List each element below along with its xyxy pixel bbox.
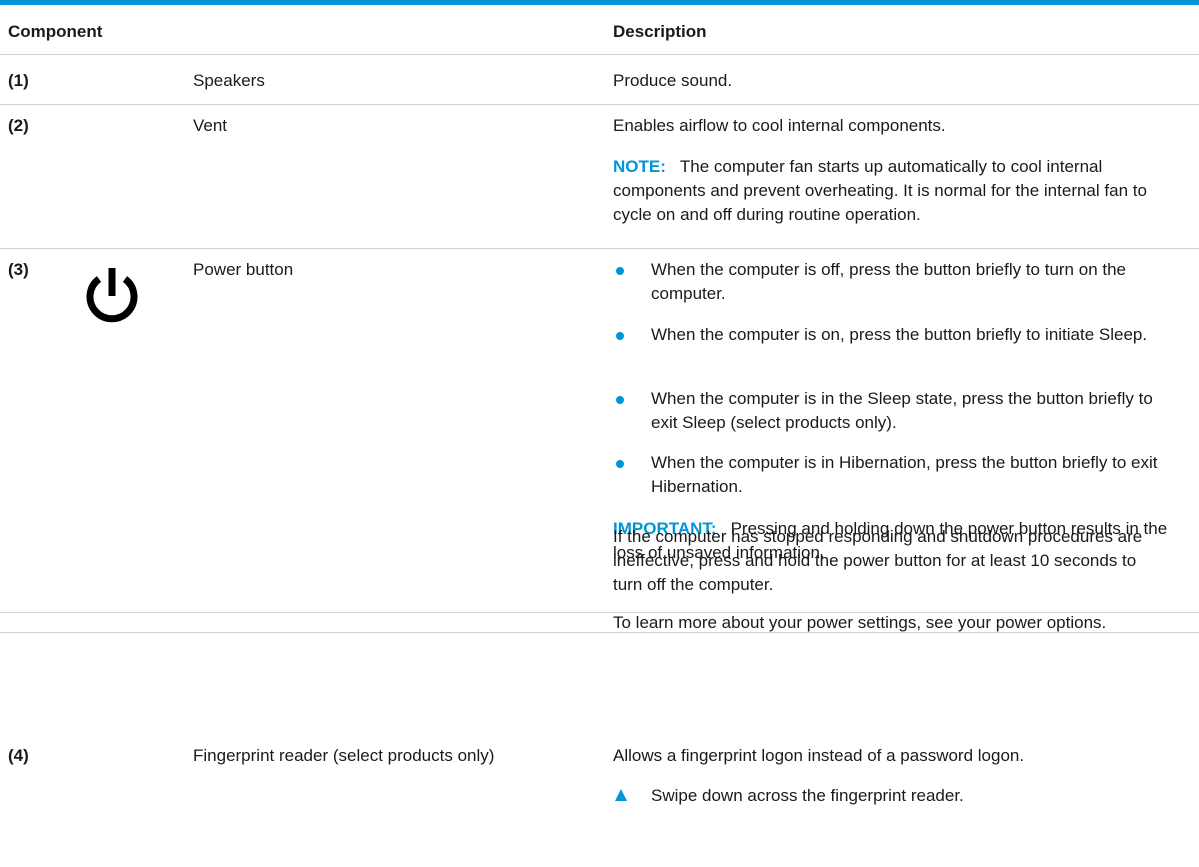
component-name: Speakers: [193, 71, 265, 90]
document-page: Component Description (1) Speakers Produ…: [0, 0, 1199, 867]
bullet-icon: [616, 267, 624, 275]
list-item-text: When the computer is in the Sleep state,…: [651, 389, 1153, 432]
bullet-icon: [616, 396, 624, 404]
list-item-text: When the computer is on, press the butto…: [651, 325, 1148, 344]
power-extra-paragraphs: If the computer has stopped responding a…: [0, 512, 1199, 632]
component-description: Allows a fingerprint logon instead of a …: [613, 746, 1025, 765]
component-name: Fingerprint reader (select products only…: [193, 746, 495, 765]
table-row-fingerprint-reader: (4) Fingerprint reader (select products …: [0, 634, 1199, 867]
component-name: Power button: [193, 260, 294, 279]
bullet-icon: [616, 460, 624, 468]
list-item-text: When the computer is in Hibernation, pre…: [651, 453, 1158, 496]
component-description: Enables airflow to cool internal compone…: [613, 116, 946, 135]
column-header-component: Component: [8, 22, 103, 41]
table-row-speakers: (1) Speakers Produce sound.: [0, 56, 1199, 105]
note-label: NOTE:: [613, 157, 666, 176]
component-description: Produce sound.: [613, 71, 733, 90]
list-item-text: When the computer is off, press the butt…: [651, 260, 1127, 303]
step-triangle-icon: [615, 789, 627, 801]
column-header-description: Description: [613, 22, 707, 41]
row-number: (3): [8, 260, 29, 279]
bullet-icon: [616, 332, 624, 340]
note-block: NOTE: The computer fan starts up automati…: [613, 155, 1169, 226]
table-header: Component Description: [0, 5, 1199, 55]
step-text: Swipe down across the fingerprint reader…: [651, 786, 964, 805]
shutdown-paragraph: If the computer has stopped responding a…: [613, 527, 1143, 594]
power-icon: [80, 265, 144, 329]
component-name: Vent: [193, 116, 228, 135]
row-number: (2): [8, 116, 29, 135]
row-divider: [0, 613, 1199, 633]
table-row-vent: (2) Vent Enables airflow to cool interna…: [0, 105, 1199, 249]
row-number: (1): [8, 71, 29, 90]
note-text: The computer fan starts up automatically…: [613, 157, 1147, 224]
row-number: (4): [8, 746, 29, 765]
